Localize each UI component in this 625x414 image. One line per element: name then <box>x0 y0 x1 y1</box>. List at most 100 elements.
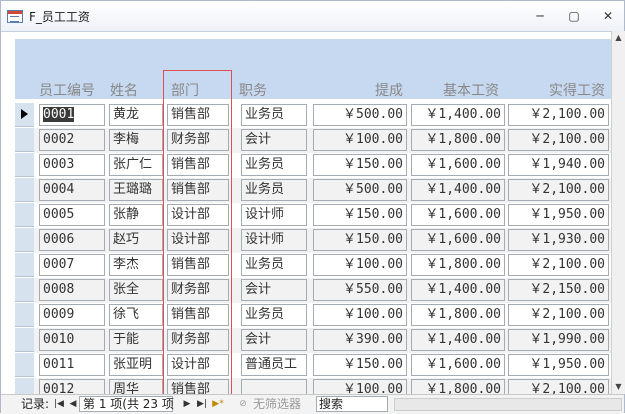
filter-status[interactable]: 无筛选器 <box>253 396 301 413</box>
close-button[interactable]: ✕ <box>599 9 617 23</box>
base-salary-field[interactable]: ￥1,600.00 <box>411 204 505 226</box>
employee-id-field[interactable]: 0010 <box>39 329 105 351</box>
record-selector[interactable] <box>15 203 34 227</box>
bonus-field[interactable]: ￥150.00 <box>313 204 407 226</box>
employee-id-field[interactable]: 0004 <box>39 179 105 201</box>
name-field[interactable]: 张静 <box>109 204 163 226</box>
employee-id-field-value: 0004 <box>43 182 75 197</box>
record-selector[interactable] <box>15 128 34 152</box>
scroll-down-icon[interactable]: ▼ <box>612 380 625 394</box>
actual-salary-field[interactable]: ￥2,100.00 <box>508 129 609 151</box>
base-salary-field[interactable]: ￥1,600.00 <box>411 154 505 176</box>
actual-salary-field[interactable]: ￥1,930.00 <box>508 229 609 251</box>
employee-id-field[interactable]: 0002 <box>39 129 105 151</box>
actual-salary-field[interactable]: ￥1,950.00 <box>508 354 609 376</box>
bonus-field[interactable]: ￥500.00 <box>313 104 407 126</box>
bonus-field-value: ￥500.00 <box>343 107 403 122</box>
bonus-field[interactable]: ￥150.00 <box>313 229 407 251</box>
bonus-field[interactable]: ￥100.00 <box>313 129 407 151</box>
position-field[interactable]: 业务员 <box>241 104 307 126</box>
bonus-field[interactable]: ￥390.00 <box>313 329 407 351</box>
base-salary-field[interactable]: ￥1,800.00 <box>411 304 505 326</box>
name-field[interactable]: 李杰 <box>109 254 163 276</box>
position-field[interactable]: 业务员 <box>241 304 307 326</box>
name-field[interactable]: 徐飞 <box>109 304 163 326</box>
actual-salary-field[interactable]: ￥1,990.00 <box>508 329 609 351</box>
position-field[interactable]: 业务员 <box>241 254 307 276</box>
previous-record-icon[interactable]: ◀ <box>67 398 79 410</box>
actual-salary-field[interactable]: ￥2,100.00 <box>508 254 609 276</box>
record-selector[interactable] <box>15 328 34 352</box>
employee-id-field[interactable]: 0009 <box>39 304 105 326</box>
position-field[interactable]: 会计 <box>241 329 307 351</box>
bonus-field[interactable]: ￥550.00 <box>313 279 407 301</box>
base-salary-field-value: ￥1,400.00 <box>425 332 501 347</box>
vertical-scrollbar[interactable]: ▲ ▼ <box>611 31 625 394</box>
record-selector[interactable] <box>15 153 34 177</box>
bonus-field[interactable]: ￥150.00 <box>313 354 407 376</box>
maximize-button[interactable]: ▢ <box>565 9 583 23</box>
employee-id-field[interactable]: 0008 <box>39 279 105 301</box>
position-field[interactable]: 业务员 <box>241 154 307 176</box>
base-salary-field[interactable]: ￥1,600.00 <box>411 354 505 376</box>
actual-salary-field-value: ￥2,150.00 <box>529 282 605 297</box>
employee-id-field[interactable]: 0011 <box>39 354 105 376</box>
record-selector[interactable] <box>15 103 34 127</box>
record-selector[interactable] <box>15 178 34 202</box>
base-salary-field[interactable]: ￥1,800.00 <box>411 129 505 151</box>
name-field[interactable]: 张广仁 <box>109 154 163 176</box>
position-field[interactable]: 业务员 <box>241 179 307 201</box>
position-field[interactable]: 普通员工 <box>241 354 307 376</box>
name-field[interactable]: 张亚明 <box>109 354 163 376</box>
name-field[interactable]: 赵巧 <box>109 229 163 251</box>
position-field[interactable]: 设计师 <box>241 204 307 226</box>
search-input[interactable]: 搜索 <box>316 396 388 412</box>
actual-salary-field[interactable]: ￥2,100.00 <box>508 179 609 201</box>
bonus-field[interactable]: ￥150.00 <box>313 154 407 176</box>
bonus-field[interactable]: ￥500.00 <box>313 179 407 201</box>
next-record-icon[interactable]: ▶ <box>181 398 193 410</box>
first-record-icon[interactable]: |◀ <box>53 398 65 410</box>
scroll-up-icon[interactable]: ▲ <box>612 31 625 45</box>
record-selector[interactable] <box>15 253 34 277</box>
position-field[interactable]: 会计 <box>241 129 307 151</box>
actual-salary-field[interactable]: ￥1,950.00 <box>508 204 609 226</box>
record-position-field[interactable]: 第 1 项(共 23 项 <box>79 396 174 412</box>
bonus-field[interactable]: ￥100.00 <box>313 304 407 326</box>
name-field[interactable]: 王璐璐 <box>109 179 163 201</box>
name-field[interactable]: 于能 <box>109 329 163 351</box>
actual-salary-field[interactable]: ￥2,100.00 <box>508 104 609 126</box>
base-salary-field[interactable]: ￥1,600.00 <box>411 229 505 251</box>
actual-salary-field[interactable]: ￥1,940.00 <box>508 154 609 176</box>
bonus-field-value: ￥100.00 <box>343 307 403 322</box>
employee-id-field[interactable]: 0003 <box>39 154 105 176</box>
position-field[interactable]: 设计师 <box>241 229 307 251</box>
base-salary-field[interactable]: ￥1,400.00 <box>411 179 505 201</box>
filter-icon[interactable]: ⊘ <box>237 398 249 410</box>
base-salary-field-value: ￥1,600.00 <box>425 207 501 222</box>
employee-id-field[interactable]: 0001 <box>39 104 105 126</box>
base-salary-field[interactable]: ￥1,400.00 <box>411 104 505 126</box>
employee-id-field[interactable]: 0007 <box>39 254 105 276</box>
name-field[interactable]: 黄龙 <box>109 104 163 126</box>
record-selector[interactable] <box>15 303 34 327</box>
actual-salary-field[interactable]: ￥2,100.00 <box>508 304 609 326</box>
bonus-field-value: ￥500.00 <box>343 182 403 197</box>
employee-id-field[interactable]: 0005 <box>39 204 105 226</box>
minimize-button[interactable]: ─ <box>531 9 549 23</box>
new-record-icon[interactable]: ▶* <box>212 398 224 410</box>
actual-salary-field[interactable]: ￥2,150.00 <box>508 279 609 301</box>
record-selector[interactable] <box>15 353 34 377</box>
name-field[interactable]: 张全 <box>109 279 163 301</box>
base-salary-field[interactable]: ￥1,800.00 <box>411 254 505 276</box>
base-salary-field[interactable]: ￥1,400.00 <box>411 279 505 301</box>
record-selector[interactable] <box>15 228 34 252</box>
employee-id-field[interactable]: 0006 <box>39 229 105 251</box>
horizontal-scrollbar[interactable] <box>394 398 622 411</box>
position-field[interactable]: 会计 <box>241 279 307 301</box>
last-record-icon[interactable]: ▶| <box>196 398 208 410</box>
record-selector[interactable] <box>15 278 34 302</box>
base-salary-field[interactable]: ￥1,400.00 <box>411 329 505 351</box>
bonus-field[interactable]: ￥100.00 <box>313 254 407 276</box>
name-field[interactable]: 李梅 <box>109 129 163 151</box>
